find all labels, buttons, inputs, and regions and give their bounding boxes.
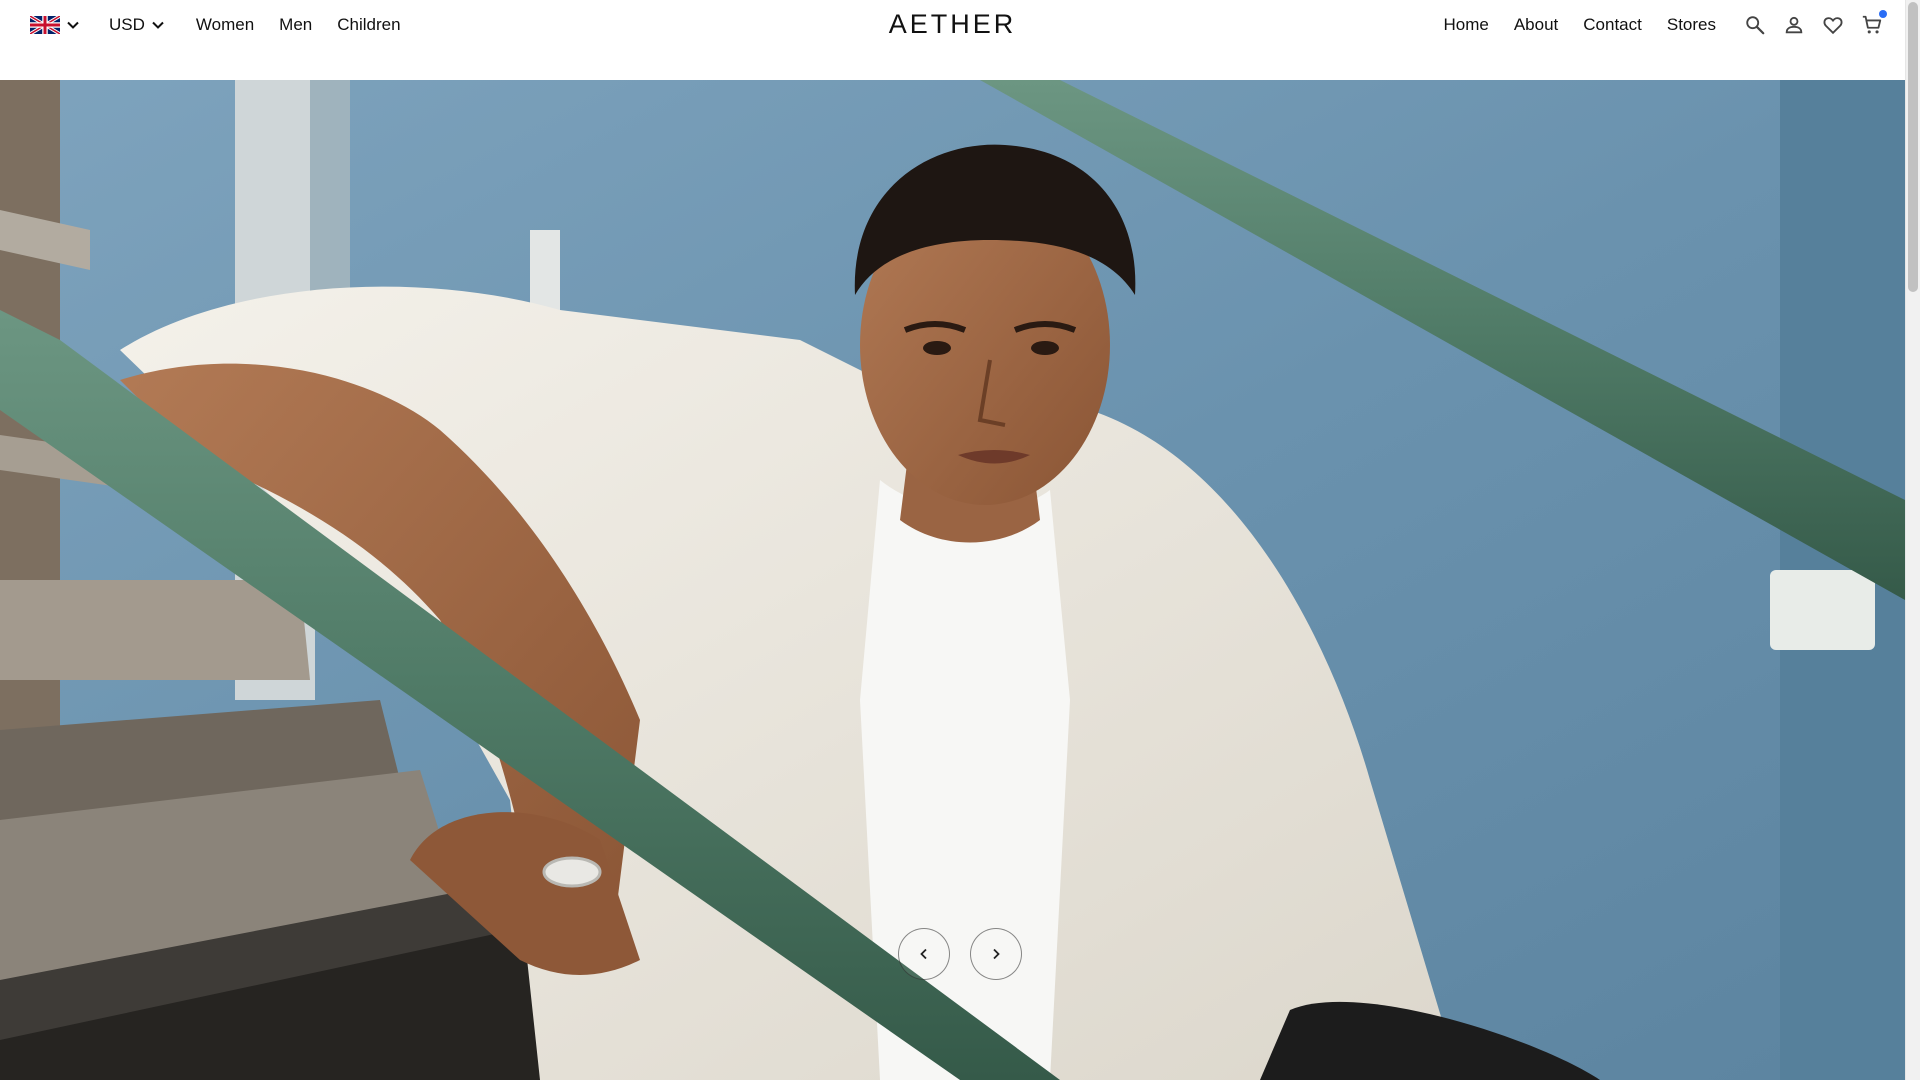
currency-label: USD	[109, 15, 145, 34]
nav-link-contact[interactable]: Contact	[1583, 15, 1642, 35]
header-left-nav: USD Women Men Children	[30, 10, 426, 40]
search-icon	[1746, 16, 1765, 35]
scrollbar-thumb[interactable]	[1908, 2, 1918, 292]
page: USD Women Men Children AETHER Home About…	[0, 0, 1920, 1080]
nav-link-stores[interactable]: Stores	[1667, 15, 1716, 35]
cart-icon	[1862, 15, 1882, 34]
nav-link-women[interactable]: Women	[196, 15, 254, 35]
cart-badge	[1879, 10, 1887, 18]
chevron-down-icon	[152, 21, 164, 29]
hero-image	[0, 80, 1905, 1080]
site-header: USD Women Men Children AETHER Home About…	[0, 0, 1905, 80]
account-button[interactable]	[1782, 13, 1806, 37]
currency-selector[interactable]: USD	[109, 15, 166, 35]
cart-button[interactable]	[1860, 10, 1887, 37]
carousel-prev-button[interactable]	[898, 928, 950, 980]
chevron-left-icon	[920, 948, 927, 960]
header-right-nav: Home About Contact Stores	[1418, 10, 1887, 40]
nav-link-children[interactable]: Children	[337, 15, 400, 35]
brand-logo[interactable]: AETHER	[889, 9, 1017, 40]
nav-link-home[interactable]: Home	[1443, 15, 1488, 35]
wishlist-icon	[1823, 17, 1843, 35]
page-scrollbar[interactable]	[1905, 0, 1920, 1080]
chevron-down-icon	[67, 21, 79, 29]
carousel-next-button[interactable]	[970, 928, 1022, 980]
chevron-right-icon	[993, 948, 1000, 960]
search-button[interactable]	[1743, 13, 1767, 37]
nav-link-about[interactable]: About	[1514, 15, 1558, 35]
hero-carousel	[0, 80, 1905, 1080]
account-icon	[1785, 16, 1803, 34]
nav-link-men[interactable]: Men	[279, 15, 312, 35]
language-selector[interactable]	[30, 16, 81, 34]
wishlist-button[interactable]	[1821, 13, 1845, 37]
uk-flag-icon	[30, 16, 60, 34]
